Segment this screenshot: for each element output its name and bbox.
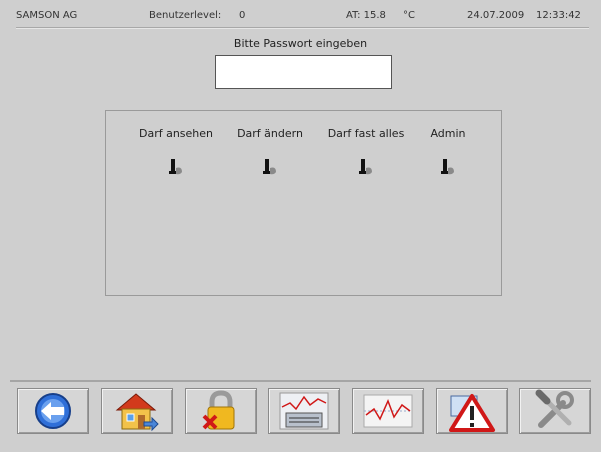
company-name: SAMSON AG [16,10,78,21]
home-icon [115,393,159,432]
key-switch-icon [357,157,375,177]
status-divider [16,27,589,29]
key-switch-icon [439,157,457,177]
date: 24.07.2009 [467,10,525,21]
level-label: Darf ändern [237,127,303,140]
user-level-label: Benutzerlevel: [149,10,222,21]
outside-temperature: AT: 15.8 [346,10,386,21]
trend-button[interactable] [352,388,424,434]
warning-icon [449,394,495,432]
level-view[interactable]: Darf ansehen [128,127,224,177]
lock-icon [202,390,235,430]
back-button[interactable] [17,388,89,434]
bottom-toolbar [0,380,601,452]
home-button[interactable] [101,388,173,434]
password-field[interactable] [215,55,392,89]
level-label: Admin [430,127,466,140]
user-level-value: 0 [239,10,246,21]
tools-icon [535,389,574,428]
key-switch-icon [261,157,279,177]
access-level-panel: Darf ansehen Darf ändern Darf fast alles… [105,110,502,296]
key-switch-icon [167,157,185,177]
lock-button[interactable] [185,388,257,434]
device-chart-icon [279,392,329,430]
alarm-button[interactable] [436,388,508,434]
device-overview-button[interactable] [268,388,340,434]
toolbar-divider [10,380,591,382]
time: 12:33:42 [536,10,581,21]
temperature-unit: °C [403,10,415,21]
trend-chart-icon [363,394,413,428]
password-prompt: Bitte Passwort eingeben [233,37,368,50]
level-edit[interactable]: Darf ändern [222,127,318,177]
status-bar: SAMSON AG Benutzerlevel: 0 AT: 15.8 °C 2… [0,0,601,24]
back-arrow-icon [35,393,71,429]
level-admin[interactable]: Admin [400,127,496,177]
settings-button[interactable] [519,388,591,434]
level-label: Darf ansehen [138,127,214,140]
